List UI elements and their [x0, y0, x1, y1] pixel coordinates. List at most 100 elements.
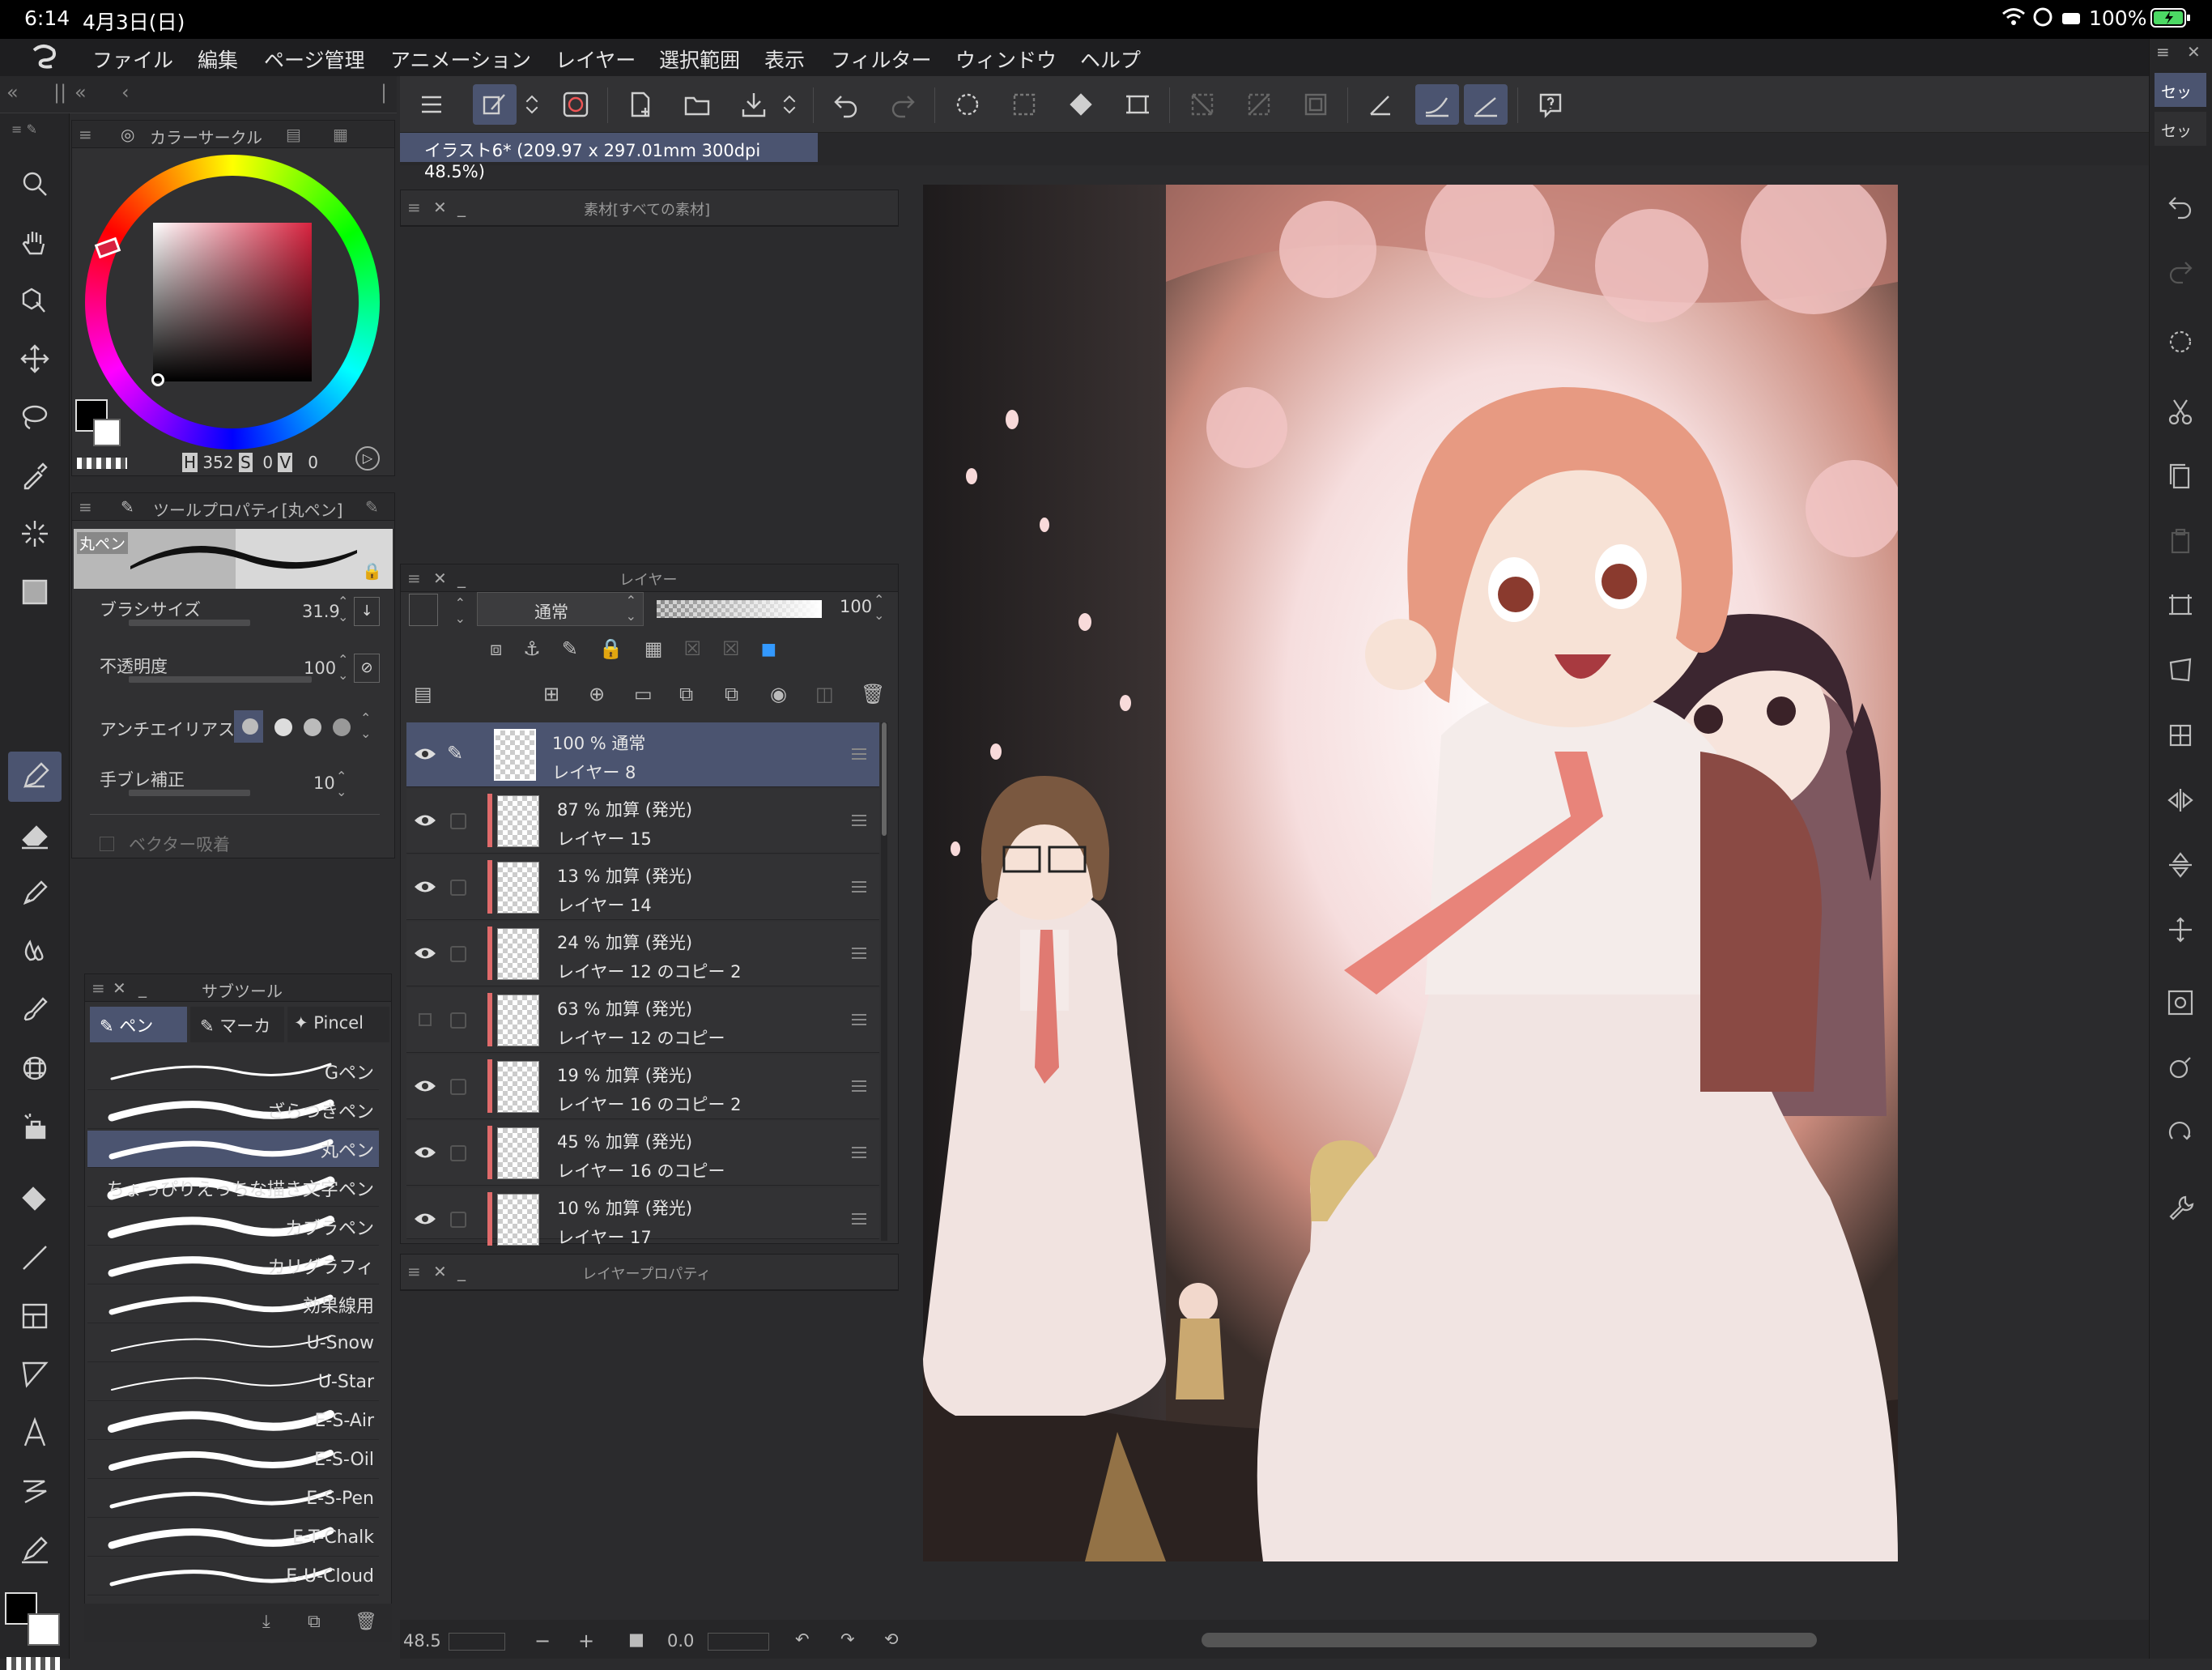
- menu-window[interactable]: ウィンドウ: [955, 45, 1057, 74]
- zoom-tool-icon[interactable]: [8, 159, 62, 209]
- lock-layer-icon[interactable]: 🔒: [599, 637, 644, 660]
- canvas[interactable]: [923, 185, 1898, 1561]
- duplicate-icon[interactable]: ⧉: [308, 1612, 321, 1632]
- eye-icon[interactable]: [413, 943, 437, 964]
- menu-help[interactable]: ヘルプ: [1080, 45, 1141, 74]
- panel-grip-icon[interactable]: ≡: [79, 125, 92, 144]
- layer-menu-icon[interactable]: [852, 815, 866, 826]
- transparent-color-swatch[interactable]: [6, 1657, 60, 1670]
- ruler-pen-icon[interactable]: [8, 1524, 62, 1574]
- rotate-canvas-icon[interactable]: [2158, 1110, 2203, 1155]
- layer-row[interactable]: 87 % 加算 (発光) レイヤー 15: [406, 789, 879, 854]
- layer-select-checkbox[interactable]: [450, 1012, 466, 1029]
- lock-icon[interactable]: 🔒: [362, 561, 382, 581]
- layer-row[interactable]: ✎ 100 % 通常 レイヤー 8: [406, 722, 879, 787]
- panel-grip-icon[interactable]: ≡: [407, 1262, 421, 1281]
- edit-mode-icon[interactable]: [473, 84, 517, 125]
- minimize-icon[interactable]: _: [457, 198, 466, 217]
- mesh-transform-icon[interactable]: [2158, 713, 2203, 758]
- right-redo-icon[interactable]: [2158, 248, 2203, 293]
- close-icon[interactable]: ✕: [433, 569, 447, 588]
- brush-item[interactable]: U-Star: [87, 1364, 379, 1401]
- menu-animation[interactable]: アニメーション: [390, 45, 531, 74]
- stabilization-slider[interactable]: [129, 790, 250, 796]
- layer-select-checkbox[interactable]: [450, 880, 466, 896]
- scale-rotate-icon[interactable]: [2158, 583, 2203, 628]
- right-tab-1[interactable]: セッ: [2155, 73, 2206, 107]
- layer-row[interactable]: 24 % 加算 (発光) レイヤー 12 のコピー 2: [406, 922, 879, 986]
- zoom-out-button[interactable]: −: [534, 1630, 551, 1652]
- eye-icon[interactable]: [413, 743, 437, 765]
- panel-transparent-color[interactable]: [77, 458, 127, 469]
- menu-edit[interactable]: 編集: [198, 45, 238, 74]
- color-circle-tab-icon[interactable]: ◎: [121, 125, 134, 144]
- balloon-tool-icon[interactable]: [8, 1349, 62, 1399]
- layer-color-stepper[interactable]: ⌃ ⌄: [409, 594, 466, 626]
- download-icon[interactable]: ⤓: [262, 1612, 270, 1632]
- panel-grip-icon[interactable]: ≡: [407, 198, 421, 217]
- edit-mode-stepper[interactable]: [520, 84, 544, 125]
- brush-item[interactable]: 効果線用: [87, 1286, 379, 1323]
- layer-opacity-stepper[interactable]: ⌃ ⌄: [874, 592, 884, 623]
- auto-select-icon[interactable]: [8, 509, 62, 559]
- airbrush-tool-icon[interactable]: [8, 1101, 62, 1152]
- text-tool-icon[interactable]: [8, 1408, 62, 1458]
- eye-icon[interactable]: [413, 1208, 437, 1229]
- free-transform-icon[interactable]: [2158, 648, 2203, 693]
- color-set-tab-icon[interactable]: ▦: [333, 125, 348, 144]
- eye-icon[interactable]: [413, 810, 437, 831]
- brush-item[interactable]: カリグラフィ: [87, 1247, 379, 1284]
- new-raster-layer-icon[interactable]: ⊞: [543, 683, 559, 705]
- brush-item[interactable]: E-S-Pen: [87, 1480, 379, 1518]
- vector-snap-checkbox[interactable]: [100, 837, 114, 851]
- stabilization-stepper[interactable]: ⌃ ⌄: [336, 769, 347, 799]
- app-logo-icon[interactable]: [28, 42, 60, 76]
- color-slider-tab-icon[interactable]: ▤: [286, 125, 301, 144]
- save-icon[interactable]: [732, 84, 776, 125]
- visibility-toggle[interactable]: [413, 1009, 437, 1030]
- blend-tool-icon[interactable]: [8, 927, 62, 977]
- right-bar-grip-icon[interactable]: ≡: [2156, 42, 2170, 62]
- zoom-in-button[interactable]: +: [578, 1630, 594, 1652]
- new-vector-layer-icon[interactable]: ⊕: [589, 683, 605, 705]
- undo-icon[interactable]: [824, 84, 868, 125]
- brush-preview[interactable]: 丸ペン 🔒: [74, 529, 393, 589]
- mask-off-icon[interactable]: ☒: [722, 637, 761, 660]
- zoom-canvas-icon[interactable]: [2158, 1045, 2203, 1090]
- layer-menu-icon[interactable]: [852, 748, 866, 760]
- rotate-left-icon[interactable]: ↶: [795, 1630, 810, 1649]
- eye-icon[interactable]: [413, 1142, 437, 1163]
- brush-item[interactable]: 丸ペン: [87, 1131, 379, 1168]
- deselect-icon[interactable]: [946, 84, 989, 125]
- eye-icon[interactable]: [413, 876, 437, 897]
- help-icon[interactable]: [1529, 84, 1572, 125]
- brush-item[interactable]: E-S-Oil: [87, 1442, 379, 1479]
- minimize-icon[interactable]: _: [457, 1262, 466, 1281]
- brush-item[interactable]: U-Snow: [87, 1325, 379, 1362]
- crop-icon[interactable]: [1294, 84, 1338, 125]
- opacity-stepper[interactable]: ⌃ ⌄: [338, 652, 348, 683]
- blend-mode-select[interactable]: 通常 ⌃ ⌄: [477, 592, 644, 626]
- brush-item[interactable]: Gペン: [87, 1053, 379, 1090]
- layer-row[interactable]: 13 % 加算 (発光) レイヤー 14: [406, 855, 879, 920]
- lock-alpha-icon[interactable]: ▦: [644, 637, 684, 660]
- brush-tool-icon[interactable]: [8, 985, 62, 1035]
- clip-icon[interactable]: ⧈: [490, 637, 523, 660]
- clear-outside-icon[interactable]: [1180, 84, 1224, 125]
- subtool-tab-pincel[interactable]: ✦ Pincel: [287, 1007, 389, 1042]
- menu-page[interactable]: ページ管理: [264, 45, 365, 74]
- new-folder-icon[interactable]: ▭: [634, 683, 653, 705]
- dock-grip-icon[interactable]: ||: [53, 81, 66, 104]
- clear-inside-icon[interactable]: [1237, 84, 1281, 125]
- eye-icon[interactable]: [413, 1076, 437, 1097]
- settings-wrench-icon[interactable]: [2158, 1186, 2203, 1231]
- draft-icon[interactable]: ✎: [562, 637, 599, 660]
- layer-select-checkbox[interactable]: [450, 946, 466, 962]
- brush-size-stepper[interactable]: ⌃ ⌄: [338, 594, 348, 624]
- right-tab-2[interactable]: セッ: [2155, 112, 2206, 146]
- layer-color-icon[interactable]: ◼: [761, 637, 798, 660]
- merge-down-icon[interactable]: ⧉: [679, 683, 693, 705]
- add-mask-icon[interactable]: ◉: [770, 683, 787, 705]
- collapse-panel-icon[interactable]: «: [74, 81, 87, 104]
- antialias-strong[interactable]: [333, 718, 351, 736]
